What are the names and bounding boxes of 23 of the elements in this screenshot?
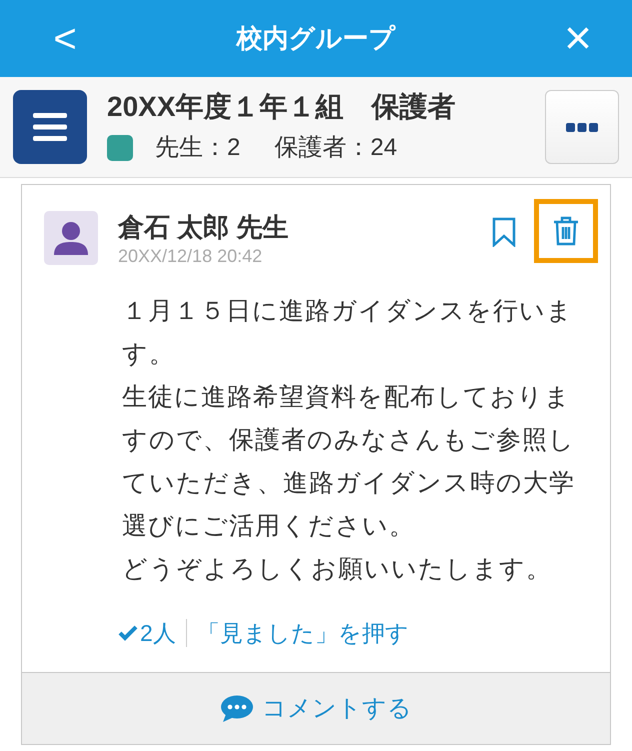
more-icon bbox=[566, 122, 598, 132]
seen-count: 2人 bbox=[140, 618, 176, 648]
bookmark-icon bbox=[492, 217, 516, 247]
post-time: 20XX/12/18 20:42 bbox=[118, 245, 264, 268]
more-button[interactable] bbox=[545, 90, 619, 164]
check-icon bbox=[118, 624, 138, 641]
menu-button[interactable] bbox=[13, 90, 87, 164]
author-name: 倉石 太郎 先生 bbox=[118, 211, 290, 243]
delete-button[interactable] bbox=[534, 199, 598, 263]
close-button[interactable]: × bbox=[542, 14, 592, 62]
group-name: 20XX年度１年１組 保護者 bbox=[107, 90, 456, 124]
trash-icon bbox=[553, 216, 579, 246]
bookmark-button[interactable] bbox=[492, 217, 516, 247]
seen-link[interactable]: 「見ました」を押す bbox=[196, 616, 409, 650]
window-title: 校内グループ bbox=[236, 22, 396, 55]
back-button[interactable]: < bbox=[40, 18, 90, 58]
avatar-icon bbox=[44, 211, 98, 265]
menu-icon bbox=[33, 113, 67, 141]
speech-bubble-icon bbox=[220, 694, 254, 722]
member-count: 先生：2 bbox=[155, 133, 240, 163]
member-count: 保護者：24 bbox=[274, 133, 398, 163]
comment-button[interactable]: コメントする bbox=[22, 672, 610, 744]
post-body: １月１５日に進路ガイダンスを行います。 生徒に進路希望資料を配布しておりますので、保護者のみなさんもご参照していただき、進路ガイダンス時の大学選びにご活用ください。 どうぞよろしくお願いいたします。 bbox=[122, 296, 576, 585]
